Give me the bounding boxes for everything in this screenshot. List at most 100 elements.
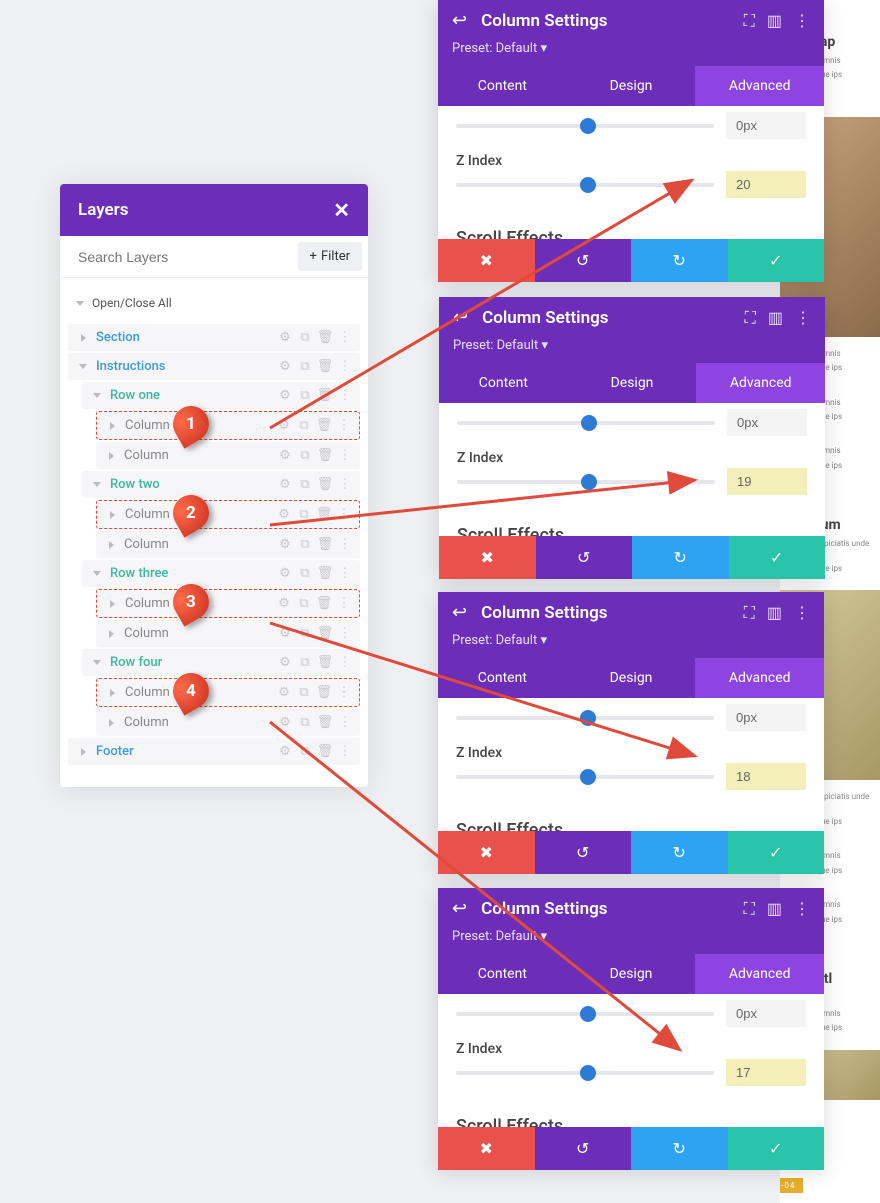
gear-icon[interactable]: ⚙ <box>278 331 292 345</box>
layer-row-two[interactable]: Row two ⚙⧉🗑⋮ <box>82 471 360 498</box>
duplicate-icon[interactable]: ⧉ <box>298 360 312 374</box>
layer-row-four[interactable]: Row four ⚙⧉🗑⋮ <box>82 649 360 676</box>
layer-column[interactable]: Column ⚙⧉🗑⋮ <box>96 531 360 558</box>
slider-thumb[interactable] <box>580 118 596 134</box>
tab-advanced[interactable]: Advanced <box>695 954 824 994</box>
tab-design[interactable]: Design <box>568 363 697 403</box>
slider-thumb[interactable] <box>580 1065 596 1081</box>
layer-footer[interactable]: Footer ⚙⧉🗑⋮ <box>68 738 360 765</box>
more-icon[interactable]: ⋮ <box>338 389 352 403</box>
more-icon[interactable]: ⋮ <box>338 745 352 759</box>
zindex-slider[interactable] <box>456 1071 714 1075</box>
tab-content[interactable]: Content <box>439 363 568 403</box>
tab-design[interactable]: Design <box>567 954 696 994</box>
more-icon[interactable]: ⋮ <box>794 899 810 918</box>
gear-icon[interactable]: ⚙ <box>278 745 292 759</box>
undo-button[interactable]: ↺ <box>536 536 633 579</box>
trash-icon[interactable]: 🗑 <box>318 656 332 670</box>
more-icon[interactable]: ⋮ <box>338 449 352 463</box>
duplicate-icon[interactable]: ⧉ <box>298 716 312 730</box>
slider-thumb[interactable] <box>580 769 596 785</box>
gear-icon[interactable]: ⚙ <box>278 360 292 374</box>
duplicate-icon[interactable]: ⧉ <box>298 478 312 492</box>
layer-column[interactable]: Column ⚙⧉🗑⋮ <box>96 442 360 469</box>
gear-icon[interactable]: ⚙ <box>278 389 292 403</box>
slider-value-input[interactable] <box>726 112 806 139</box>
layer-row-three[interactable]: Row three ⚙⧉🗑⋮ <box>82 560 360 587</box>
duplicate-icon[interactable]: ⧉ <box>297 508 311 522</box>
zindex-input[interactable] <box>727 468 807 495</box>
confirm-button[interactable]: ✓ <box>728 1127 825 1170</box>
back-icon[interactable]: ↩ <box>453 307 468 328</box>
slider-thumb[interactable] <box>580 710 596 726</box>
duplicate-icon[interactable]: ⧉ <box>298 627 312 641</box>
tab-advanced[interactable]: Advanced <box>696 363 825 403</box>
expand-icon[interactable]: ⛶ <box>744 899 755 919</box>
trash-icon[interactable]: 🗑 <box>318 389 332 403</box>
duplicate-icon[interactable]: ⧉ <box>298 656 312 670</box>
trash-icon[interactable]: 🗑 <box>318 745 332 759</box>
gear-icon[interactable]: ⚙ <box>278 567 292 581</box>
undo-button[interactable]: ↺ <box>535 1127 632 1170</box>
back-icon[interactable]: ↩ <box>452 898 467 919</box>
redo-button[interactable]: ↻ <box>631 239 728 282</box>
close-icon[interactable]: ✕ <box>333 198 350 222</box>
columns-icon[interactable]: ▥ <box>767 899 782 918</box>
more-icon[interactable]: ⋮ <box>338 656 352 670</box>
columns-icon[interactable]: ▥ <box>767 11 782 30</box>
more-icon[interactable]: ⋮ <box>338 567 352 581</box>
tab-design[interactable]: Design <box>567 658 696 698</box>
preset-dropdown[interactable]: Preset: Default ▾ <box>439 338 825 363</box>
trash-icon[interactable]: 🗑 <box>317 508 331 522</box>
expand-icon[interactable]: ⛶ <box>744 11 755 31</box>
zindex-slider[interactable] <box>457 480 715 484</box>
zindex-slider[interactable] <box>456 183 714 187</box>
preset-dropdown[interactable]: Preset: Default ▾ <box>438 929 824 954</box>
trash-icon[interactable]: 🗑 <box>317 686 331 700</box>
gear-icon[interactable]: ⚙ <box>278 449 292 463</box>
gear-icon[interactable]: ⚙ <box>278 627 292 641</box>
slider-value-input[interactable] <box>726 704 806 731</box>
slider-thumb[interactable] <box>581 415 597 431</box>
search-input[interactable] <box>60 237 292 277</box>
slider-thumb[interactable] <box>580 1006 596 1022</box>
duplicate-icon[interactable]: ⧉ <box>298 745 312 759</box>
layer-column-4[interactable]: Column ⚙⧉🗑⋮ 4 <box>96 678 360 707</box>
more-icon[interactable]: ⋮ <box>338 331 352 345</box>
trash-icon[interactable]: 🗑 <box>317 419 331 433</box>
columns-icon[interactable]: ▥ <box>768 308 783 327</box>
more-icon[interactable]: ⋮ <box>338 627 352 641</box>
slider-value-input[interactable] <box>726 1000 806 1027</box>
confirm-button[interactable]: ✓ <box>728 239 825 282</box>
tab-content[interactable]: Content <box>438 658 567 698</box>
tab-design[interactable]: Design <box>567 66 696 106</box>
zindex-input[interactable] <box>726 763 806 790</box>
tab-advanced[interactable]: Advanced <box>695 658 824 698</box>
slider-track[interactable] <box>456 124 714 128</box>
more-icon[interactable]: ⋮ <box>794 11 810 30</box>
delete-button[interactable]: ✖ <box>438 831 535 874</box>
more-icon[interactable]: ⋮ <box>795 308 811 327</box>
layer-column[interactable]: Column ⚙⧉🗑⋮ <box>96 620 360 647</box>
preset-dropdown[interactable]: Preset: Default ▾ <box>438 633 824 658</box>
more-icon[interactable]: ⋮ <box>337 508 351 522</box>
gear-icon[interactable]: ⚙ <box>277 686 291 700</box>
slider-track[interactable] <box>456 716 714 720</box>
zindex-slider[interactable] <box>456 775 714 779</box>
layer-row-one[interactable]: Row one ⚙⧉🗑⋮ <box>82 382 360 409</box>
layer-instructions[interactable]: Instructions ⚙⧉🗑⋮ <box>68 353 360 380</box>
more-icon[interactable]: ⋮ <box>337 597 351 611</box>
trash-icon[interactable]: 🗑 <box>318 538 332 552</box>
duplicate-icon[interactable]: ⧉ <box>297 419 311 433</box>
confirm-button[interactable]: ✓ <box>728 831 825 874</box>
redo-button[interactable]: ↻ <box>631 1127 728 1170</box>
open-close-all[interactable]: Open/Close All <box>68 288 360 322</box>
undo-button[interactable]: ↺ <box>535 239 632 282</box>
duplicate-icon[interactable]: ⧉ <box>297 597 311 611</box>
duplicate-icon[interactable]: ⧉ <box>298 449 312 463</box>
layer-column-2[interactable]: Column ⚙⧉🗑⋮ 2 <box>96 500 360 529</box>
filter-button[interactable]: + Filter <box>298 242 362 271</box>
more-icon[interactable]: ⋮ <box>338 538 352 552</box>
slider-thumb[interactable] <box>580 177 596 193</box>
slider-value-input[interactable] <box>727 409 807 436</box>
